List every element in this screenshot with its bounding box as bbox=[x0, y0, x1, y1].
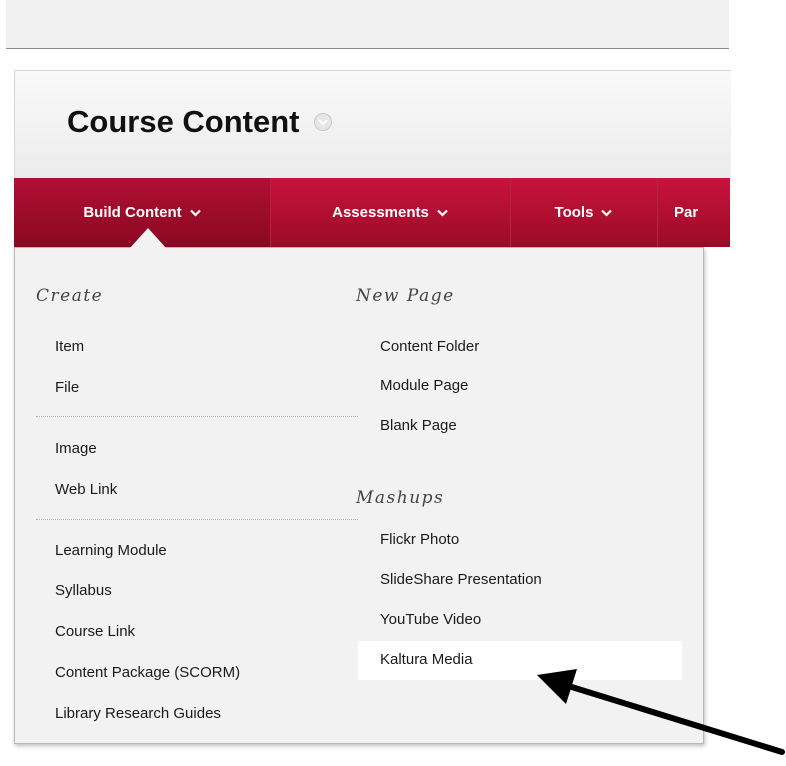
arrow-icon bbox=[537, 669, 785, 755]
